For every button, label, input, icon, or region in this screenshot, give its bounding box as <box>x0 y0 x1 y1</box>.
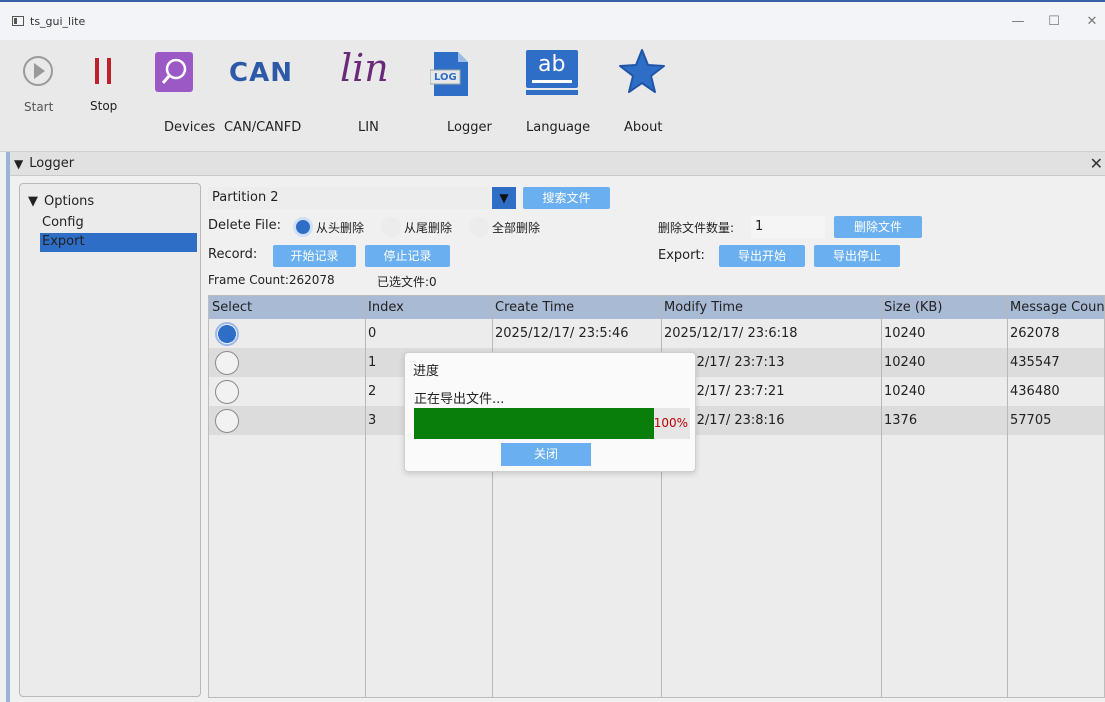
delete-from-tail-radio[interactable] <box>381 217 401 237</box>
cell-modify-time: /12/17/ 23:7:13 <box>684 355 785 370</box>
delete-file-label: Delete File: <box>208 218 281 233</box>
column-divider <box>1007 296 1008 697</box>
cell-size: 1376 <box>884 413 918 428</box>
options-tree: ▼ Options Config Export <box>19 183 201 697</box>
collapse-triangle-icon[interactable]: ▼ <box>14 157 23 171</box>
cell-modify-time: /12/17/ 23:8:16 <box>684 413 785 428</box>
stop-icon <box>95 58 111 84</box>
close-window-button[interactable]: ✕ <box>1082 14 1102 29</box>
progress-percent: 100% <box>653 416 688 430</box>
column-divider <box>881 296 882 697</box>
log-logo-text: LOG <box>434 72 457 83</box>
lin-logo-icon: lin <box>340 46 389 90</box>
cell-message-count: 435547 <box>1010 355 1060 370</box>
cell-size: 10240 <box>884 326 926 341</box>
cell-message-count: 436480 <box>1010 384 1060 399</box>
delete-from-head-label: 从头删除 <box>316 221 365 235</box>
close-dock-icon[interactable]: ✕ <box>1090 154 1103 173</box>
dialog-title: 进度 <box>413 364 440 379</box>
app-icon <box>12 16 24 26</box>
logger-button[interactable]: LOG Logger <box>430 52 492 135</box>
row-select-radio[interactable] <box>215 380 239 404</box>
column-header-modify-time[interactable]: Modify Time <box>661 296 881 319</box>
stop-label: Stop <box>90 99 118 113</box>
language-button[interactable]: ab Language <box>520 50 592 135</box>
export-label: Export: <box>658 248 705 263</box>
about-label: About <box>624 120 663 135</box>
delete-files-button[interactable]: 删除文件 <box>834 216 922 238</box>
table-row[interactable]: 0 2025/12/17/ 23:5:46 2025/12/17/ 23:6:1… <box>209 319 1104 348</box>
stop-button[interactable]: Stop <box>86 54 126 126</box>
delete-count-input[interactable]: 1 <box>751 216 825 238</box>
progress-dialog: 进度 正在导出文件... 100% 关闭 <box>404 352 696 472</box>
export-start-button[interactable]: 导出开始 <box>719 245 805 267</box>
dialog-message: 正在导出文件... <box>414 392 505 407</box>
lin-button[interactable]: lin LIN <box>336 46 406 135</box>
lin-label: LIN <box>358 120 379 135</box>
play-icon <box>23 56 53 86</box>
options-header[interactable]: Options <box>44 194 94 209</box>
main-toolbar: Start Stop Devices CAN CAN/CANFD lin LIN <box>0 40 1105 152</box>
about-button[interactable]: About <box>616 48 676 135</box>
export-stop-button[interactable]: 导出停止 <box>814 245 900 267</box>
selected-files-text: 已选文件:0 <box>377 275 437 289</box>
record-label: Record: <box>208 247 258 262</box>
close-dialog-button[interactable]: 关闭 <box>501 443 591 466</box>
cell-modify-time: /12/17/ 23:7:21 <box>684 384 785 399</box>
delete-count-label: 删除文件数量: <box>658 221 735 235</box>
language-icon: ab <box>526 50 578 88</box>
devices-button[interactable]: Devices <box>152 52 216 135</box>
delete-from-tail-label: 从尾删除 <box>404 221 453 235</box>
column-header-index[interactable]: Index <box>365 296 492 319</box>
row-select-radio[interactable] <box>215 409 239 433</box>
column-header-select[interactable]: Select <box>209 296 365 319</box>
table-header: Select Index Create Time Modify Time Siz… <box>209 296 1104 319</box>
maximize-button[interactable]: ☐ <box>1044 14 1064 29</box>
progress-fill <box>414 408 654 439</box>
star-icon <box>619 49 665 93</box>
search-files-button[interactable]: 搜索文件 <box>523 187 610 209</box>
can-logo-icon: CAN <box>229 58 293 88</box>
start-record-button[interactable]: 开始记录 <box>273 245 356 267</box>
logger-label: Logger <box>447 120 492 135</box>
delete-all-label: 全部删除 <box>492 221 541 235</box>
tree-item-export[interactable]: Export <box>42 234 85 249</box>
cell-index: 0 <box>368 326 377 341</box>
window-frame-edge <box>6 152 10 702</box>
delete-all-radio[interactable] <box>469 217 489 237</box>
options-expand-icon[interactable]: ▼ <box>28 194 38 209</box>
language-label: Language <box>526 120 591 135</box>
frame-count-text: Frame Count:262078 <box>208 273 335 287</box>
column-header-create-time[interactable]: Create Time <box>492 296 661 319</box>
cell-create-time: 2025/12/17/ 23:5:46 <box>495 326 629 341</box>
title-bar: ts_gui_lite — ☐ ✕ <box>0 0 1105 40</box>
search-device-icon <box>155 52 193 92</box>
export-progress-bar: 100% <box>414 408 690 439</box>
start-label: Start <box>24 100 54 114</box>
can-canfd-button[interactable]: CAN CAN/CANFD <box>222 52 312 135</box>
cell-modify-time: 2025/12/17/ 23:6:18 <box>664 326 798 341</box>
column-header-message-count[interactable]: Message Count <box>1007 296 1104 319</box>
cell-size: 10240 <box>884 384 926 399</box>
delete-from-head-radio[interactable] <box>293 217 313 237</box>
logger-dock-title: Logger <box>29 156 75 171</box>
column-divider <box>365 296 366 697</box>
devices-label: Devices <box>164 120 216 135</box>
language-icon-text: ab <box>538 52 566 77</box>
window-title: ts_gui_lite <box>30 14 86 28</box>
start-button[interactable]: Start <box>18 54 66 126</box>
row-select-radio[interactable] <box>215 351 239 375</box>
cell-size: 10240 <box>884 355 926 370</box>
row-select-radio[interactable] <box>215 322 239 346</box>
minimize-button[interactable]: — <box>1008 14 1028 29</box>
cell-message-count: 57705 <box>1010 413 1052 428</box>
tree-item-config[interactable]: Config <box>42 215 84 230</box>
partition-select[interactable]: Partition 2 <box>208 187 490 209</box>
stop-record-button[interactable]: 停止记录 <box>365 245 450 267</box>
column-header-size[interactable]: Size (KB) <box>881 296 1007 319</box>
logger-dock-header: ▼ Logger ✕ <box>10 152 1105 176</box>
can-label: CAN/CANFD <box>224 120 302 135</box>
cell-message-count: 262078 <box>1010 326 1060 341</box>
partition-dropdown-icon[interactable]: ▼ <box>492 187 516 209</box>
